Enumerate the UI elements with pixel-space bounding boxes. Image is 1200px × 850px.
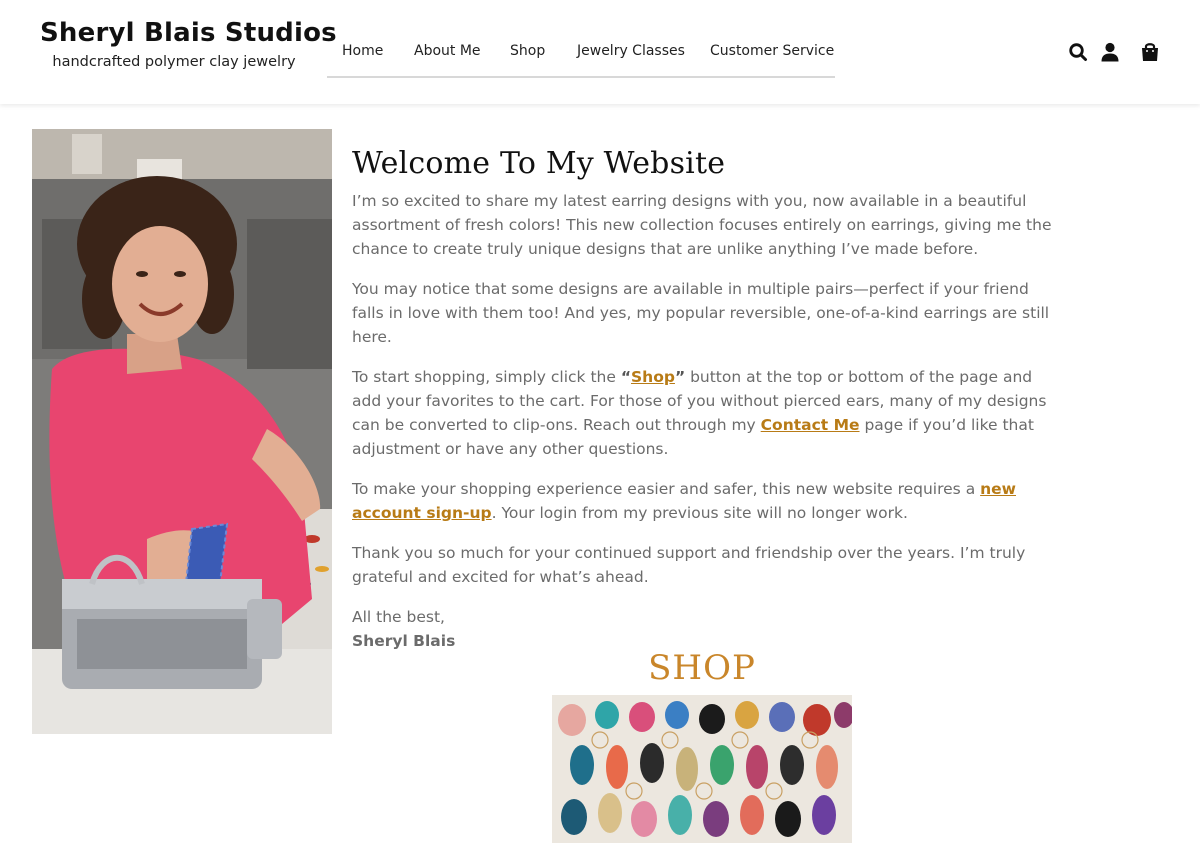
- main-nav: Home About Me Shop Jewelry Classes Custo…: [327, 30, 835, 78]
- shop-section-title[interactable]: SHOP: [552, 648, 852, 688]
- account-signup-paragraph: To make your shopping experience easier …: [352, 477, 1052, 525]
- paragraph-text: . Your login from my previous site will …: [491, 504, 908, 522]
- nav-shop[interactable]: Shop: [510, 43, 545, 59]
- shopping-bag-icon[interactable]: [1138, 40, 1162, 64]
- nav-home[interactable]: Home: [342, 43, 383, 59]
- account-icon[interactable]: [1098, 40, 1122, 64]
- page-title: Welcome To My Website: [352, 146, 726, 181]
- welcome-section: Welcome To My Website I’m so excited to …: [352, 146, 1052, 669]
- multiple-pairs-paragraph: You may notice that some designs are ava…: [352, 280, 1050, 346]
- site-header: Sheryl Blais Studios handcrafted polymer…: [0, 0, 1200, 104]
- quote-close: ”: [674, 368, 686, 386]
- intro-paragraph: I’m so excited to share my latest earrin…: [352, 192, 1052, 258]
- paragraph-text: To make your shopping experience easier …: [352, 480, 981, 498]
- contact-me-link[interactable]: Contact Me: [761, 416, 860, 434]
- closing-text: All the best,: [352, 608, 445, 626]
- shop-link[interactable]: Shop: [631, 368, 675, 386]
- brand[interactable]: Sheryl Blais Studios handcrafted polymer…: [40, 18, 337, 70]
- nav-about-me[interactable]: About Me: [414, 43, 481, 59]
- sign-off: All the best, Sheryl Blais: [352, 605, 1052, 653]
- site-tagline: handcrafted polymer clay jewelry: [52, 54, 296, 70]
- quote-open: “: [620, 368, 631, 386]
- artist-photo: [32, 129, 332, 734]
- search-icon[interactable]: [1066, 40, 1090, 64]
- thank-you-paragraph: Thank you so much for your continued sup…: [352, 544, 1026, 586]
- shopping-instructions-paragraph: To start shopping, simply click the “Sho…: [352, 365, 1052, 461]
- site-title[interactable]: Sheryl Blais Studios: [40, 18, 337, 48]
- nav-customer-service[interactable]: Customer Service: [710, 43, 834, 59]
- signature: Sheryl Blais: [352, 632, 456, 650]
- nav-jewelry-classes[interactable]: Jewelry Classes: [577, 43, 685, 59]
- shop-banner-image[interactable]: [552, 695, 852, 843]
- paragraph-text: To start shopping, simply click the: [352, 368, 621, 386]
